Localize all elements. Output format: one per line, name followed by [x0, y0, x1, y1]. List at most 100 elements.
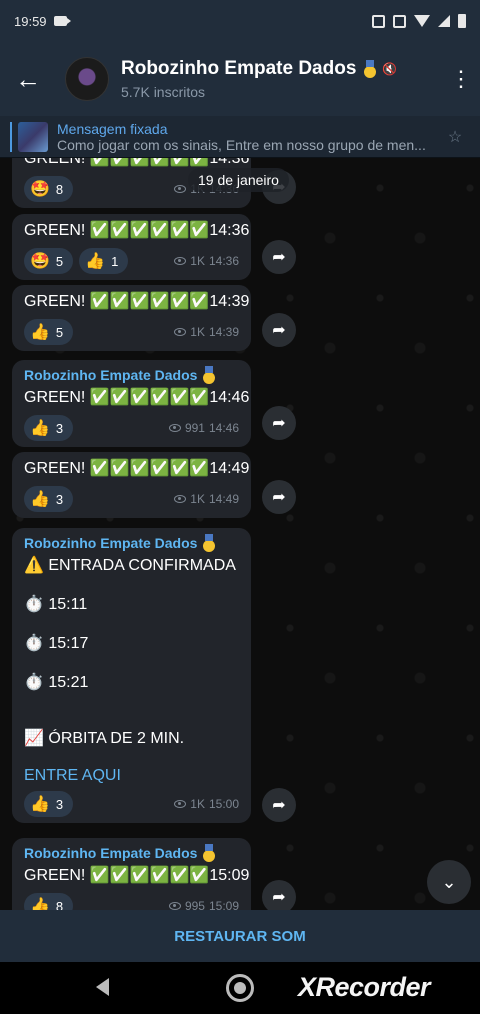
- message-text: GREEN! ✅✅✅✅✅✅14:49: [24, 460, 250, 477]
- pinned-title: Mensagem fixada: [57, 120, 168, 137]
- message-time: 14:49: [208, 492, 239, 506]
- entre-aqui-link[interactable]: ENTRE AQUI: [24, 767, 239, 785]
- nav-back-icon[interactable]: [96, 978, 109, 996]
- channel-name: Robozinho Empate Dados: [121, 58, 357, 79]
- share-button[interactable]: ➦: [262, 788, 296, 822]
- message-time: 14:36: [208, 254, 239, 268]
- view-count: 1K: [190, 325, 205, 339]
- reaction-chip[interactable]: 👍 3: [24, 486, 74, 512]
- xrecorder-watermark: XRecorder: [298, 972, 431, 1002]
- sender-name: Robozinho Empate Dados: [24, 367, 198, 383]
- status-time: 19:59: [14, 13, 47, 29]
- message-time: 15:00: [208, 797, 239, 811]
- vibrate-icon: [393, 14, 406, 28]
- pinned-list-icon[interactable]: ☆: [440, 127, 470, 147]
- medal-icon: [201, 534, 216, 552]
- message-meta: 1K 14:49: [174, 492, 239, 506]
- message-meta: 991 14:46: [168, 421, 239, 435]
- share-button[interactable]: ➦: [262, 240, 296, 274]
- message-bubble[interactable]: Robozinho Empate Dados GREEN! ✅✅✅✅✅✅14:4…: [12, 360, 251, 447]
- reaction-chip[interactable]: 🤩 5: [24, 248, 74, 274]
- channel-header: ← Robozinho Empate Dados 🔇 5.7K inscrito…: [0, 42, 480, 116]
- system-nav-bar: XRecorder: [0, 962, 480, 1014]
- message-bubble[interactable]: GREEN! ✅✅✅✅✅✅14:49 👍 3 1K 14:49: [12, 452, 251, 518]
- eye-icon: [174, 800, 187, 808]
- thumbs-up-icon: 👍: [30, 491, 50, 508]
- share-button[interactable]: ➦: [262, 406, 296, 440]
- reaction-chip[interactable]: 👍 8: [24, 893, 74, 911]
- view-count: 991: [184, 421, 205, 435]
- nav-home-icon[interactable]: [226, 974, 254, 1002]
- reaction-count: 8: [55, 181, 64, 197]
- subscriber-count: 5.7K inscritos: [121, 84, 206, 100]
- message-sender: Robozinho Empate Dados: [24, 844, 239, 862]
- thumbs-up-icon: 👍: [30, 324, 50, 341]
- eye-icon: [174, 495, 187, 503]
- screen-record-icon: [53, 16, 71, 26]
- eye-icon: [174, 328, 187, 336]
- channel-title: Robozinho Empate Dados 🔇: [121, 58, 440, 80]
- message-line: 📈 ÓRBITA DE 2 MIN.: [24, 730, 185, 747]
- thumbs-up-icon: 👍: [30, 420, 50, 437]
- thumbs-up-icon: 👍: [85, 253, 106, 270]
- medal-icon: [201, 366, 216, 384]
- medal-icon: [201, 844, 216, 862]
- message-bubble[interactable]: Robozinho Empate Dados GREEN! ✅✅✅✅✅✅15:0…: [12, 838, 251, 910]
- share-button[interactable]: ➦: [262, 480, 296, 514]
- eye-icon: [174, 257, 187, 265]
- message-line: ⏱️ 15:17: [24, 635, 89, 652]
- reaction-count: 3: [55, 796, 64, 812]
- message-sender: Robozinho Empate Dados: [24, 366, 239, 384]
- reaction-count: 8: [55, 898, 64, 911]
- restore-sound-button[interactable]: RESTAURAR SOM: [174, 928, 305, 945]
- channel-title-area[interactable]: Robozinho Empate Dados 🔇 5.7K inscritos: [121, 58, 440, 100]
- message-line: ⏱️ 15:21: [24, 674, 89, 691]
- message-time: 14:39: [208, 325, 239, 339]
- sender-name: Robozinho Empate Dados: [24, 535, 198, 551]
- status-bar: 19:59: [0, 0, 480, 42]
- message-time: 14:46: [208, 421, 239, 435]
- message-bubble[interactable]: GREEN! ✅✅✅✅✅✅14:39 👍 5 1K 14:39: [12, 285, 251, 351]
- more-options-icon[interactable]: ⋮: [440, 66, 480, 92]
- muted-icon: 🔇: [382, 62, 398, 76]
- eye-icon: [174, 185, 187, 193]
- pinned-text-area: Mensagem fixada Como jogar com os sinais…: [57, 121, 440, 153]
- channel-avatar[interactable]: [65, 57, 109, 101]
- signal-icon: [438, 15, 450, 27]
- message-text: GREEN! ✅✅✅✅✅✅14:36: [24, 222, 250, 239]
- reaction-chip[interactable]: 👍 5: [24, 319, 74, 345]
- thumbs-up-icon: 👍: [30, 898, 50, 910]
- back-arrow-icon[interactable]: ←: [0, 42, 56, 116]
- message-line: ⏱️ 15:11: [24, 596, 88, 613]
- chat-area[interactable]: GREEN! ✅✅✅✅✅✅14:36 🤩 8 1K 14:36 ➦ 19 de …: [0, 158, 480, 910]
- view-count: 995: [184, 899, 205, 910]
- share-button[interactable]: ➦: [262, 880, 296, 910]
- reaction-count: 1: [111, 253, 119, 269]
- status-icons: [372, 14, 466, 28]
- pinned-indicator: [10, 121, 12, 152]
- battery-icon: [458, 14, 466, 28]
- message-text: GREEN! ✅✅✅✅✅✅15:09: [24, 867, 250, 884]
- share-button[interactable]: ➦: [262, 313, 296, 347]
- reaction-chip[interactable]: 👍 3: [24, 791, 74, 817]
- restore-sound-bar[interactable]: RESTAURAR SOM: [0, 910, 480, 962]
- message-bubble[interactable]: GREEN! ✅✅✅✅✅✅14:36 🤩 5 👍 1 1K 14:36: [12, 214, 251, 280]
- scroll-down-button[interactable]: ⌄: [427, 860, 471, 904]
- view-count: 1K: [190, 797, 205, 811]
- message-text: GREEN! ✅✅✅✅✅✅14:39: [24, 293, 250, 310]
- message-meta: 1K 14:36: [174, 254, 239, 268]
- message-bubble[interactable]: Robozinho Empate Dados ⚠️ ENTRADA CONFIR…: [12, 528, 251, 823]
- cast-icon: [372, 14, 385, 28]
- star-struck-icon: 🤩: [30, 181, 50, 198]
- view-count: 1K: [190, 254, 205, 268]
- wifi-icon: [414, 15, 430, 27]
- pinned-preview: Como jogar com os sinais, Entre em nosso…: [57, 136, 426, 153]
- reaction-chip[interactable]: 👍 3: [24, 415, 74, 441]
- eye-icon: [168, 902, 181, 910]
- reaction-chip[interactable]: 🤩 8: [24, 176, 74, 202]
- pinned-thumbnail: [18, 121, 48, 152]
- reaction-chip[interactable]: 👍 1: [79, 248, 129, 274]
- reaction-count: 5: [55, 324, 64, 340]
- message-text: GREEN! ✅✅✅✅✅✅14:46: [24, 389, 250, 406]
- pinned-message[interactable]: Mensagem fixada Como jogar com os sinais…: [0, 116, 480, 158]
